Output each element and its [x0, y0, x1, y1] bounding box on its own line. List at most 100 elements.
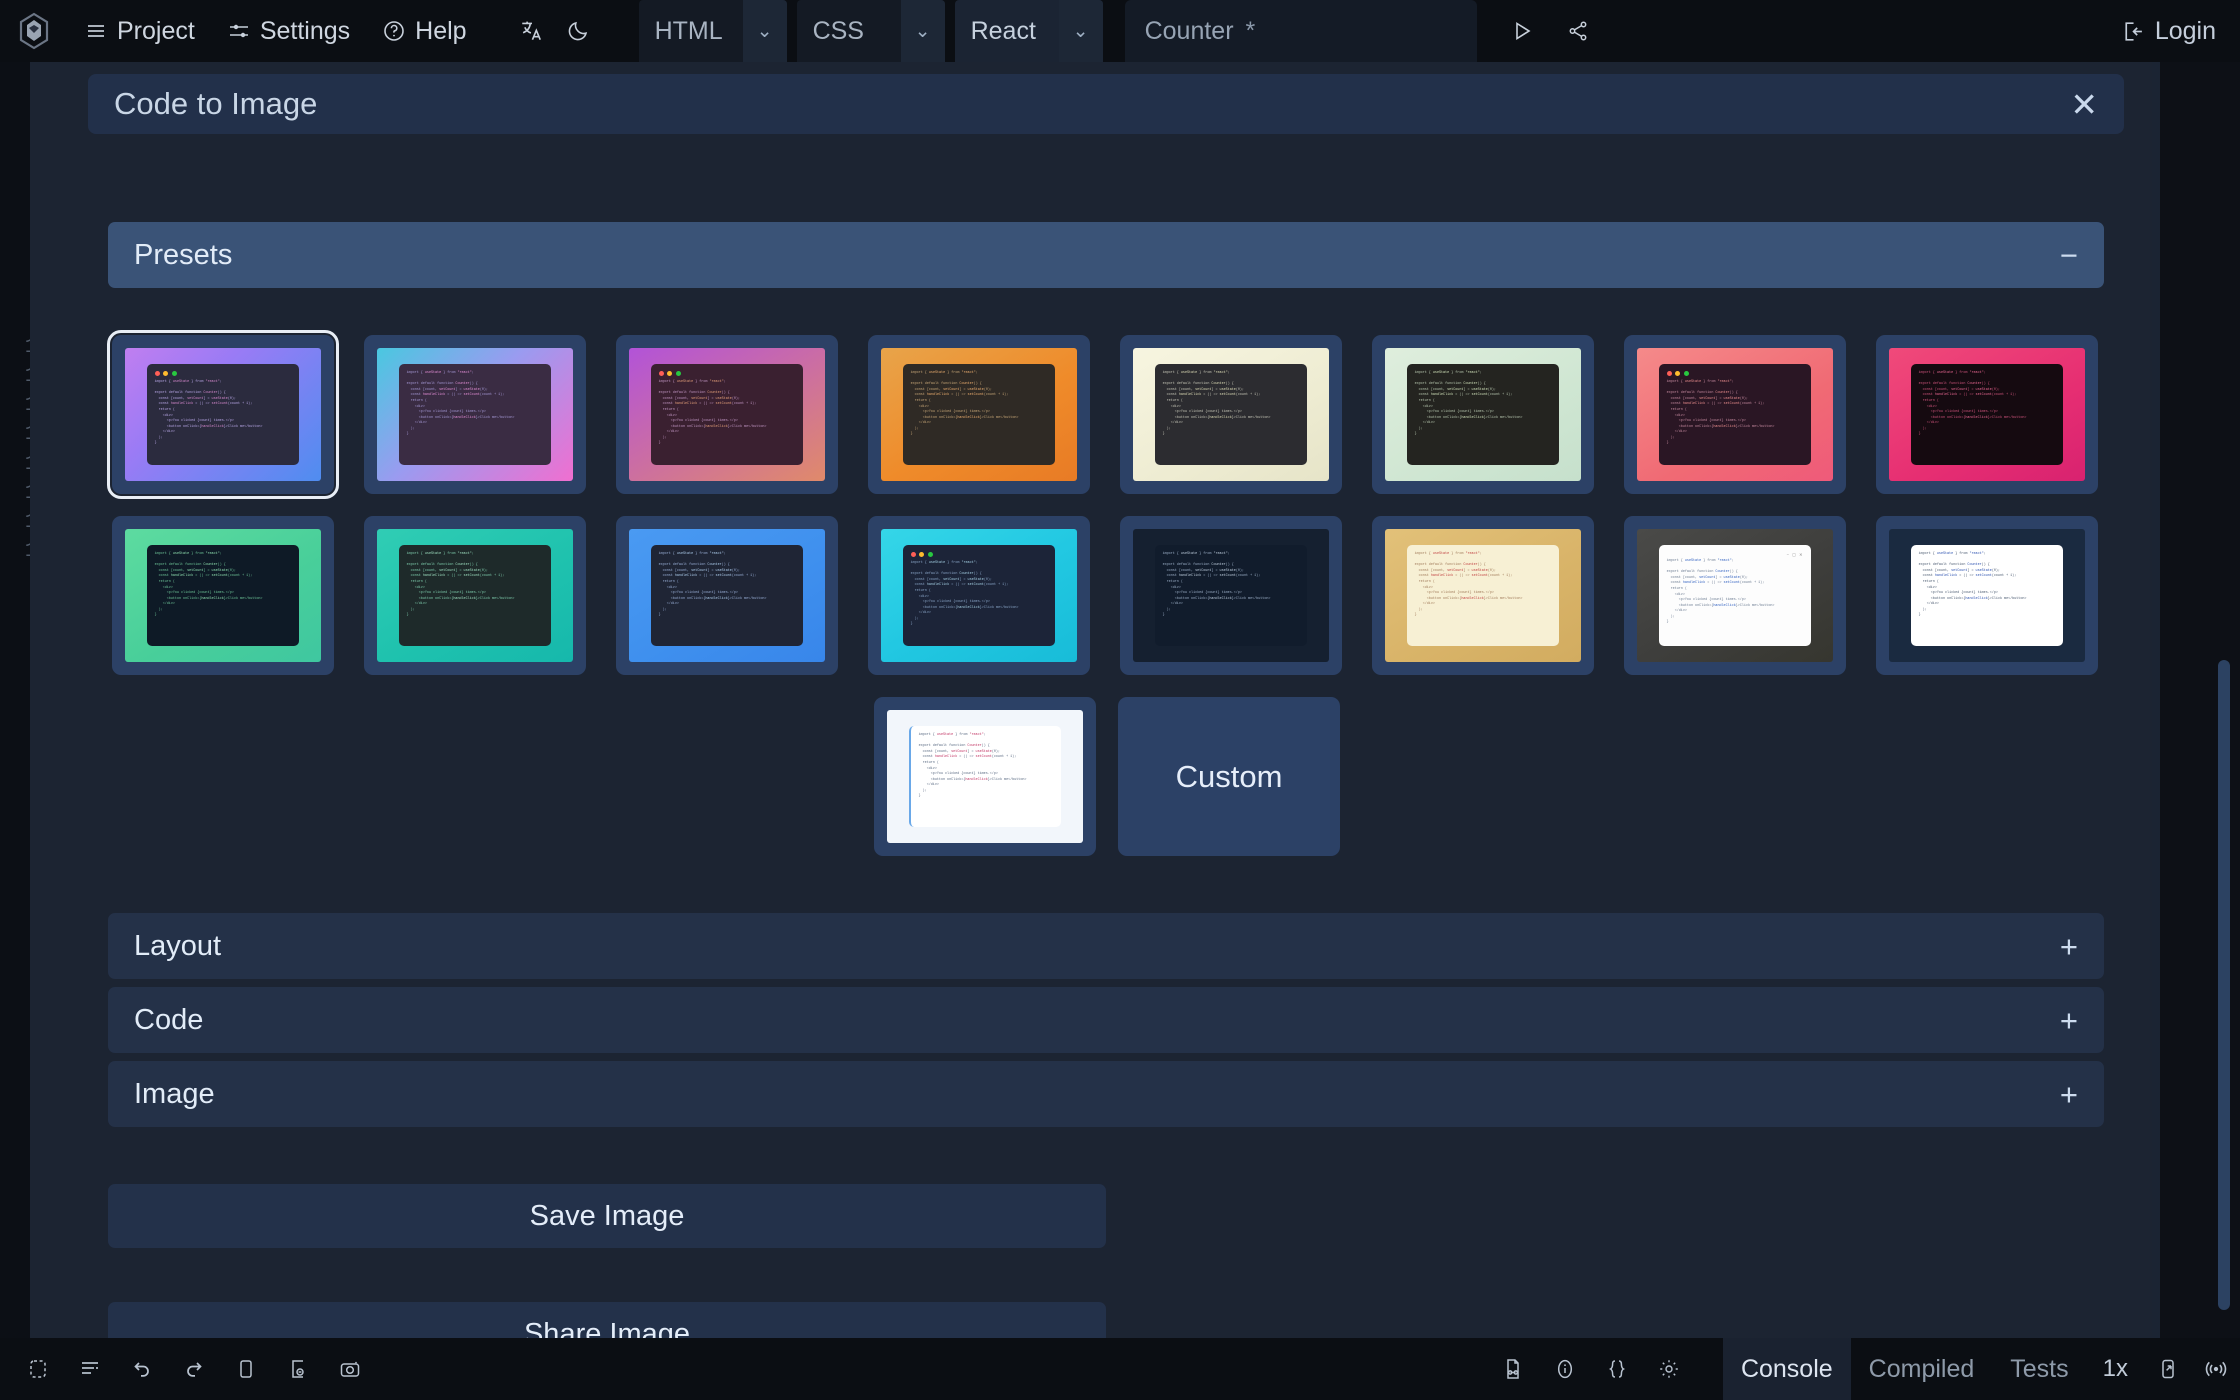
section-header-code[interactable]: Code +: [108, 987, 2104, 1053]
preset-code-window: import { useState } from "react"; export…: [1154, 363, 1308, 466]
preset-card[interactable]: import { useState } from "react"; export…: [616, 335, 838, 494]
menu-item-help[interactable]: Help: [366, 0, 482, 62]
menu-label-project: Project: [117, 16, 195, 45]
preset-preview: import { useState } from "react"; export…: [881, 348, 1077, 481]
preset-code-snippet: import { useState } from "react"; export…: [406, 370, 515, 437]
preset-card[interactable]: import { useState } from "react"; export…: [364, 516, 586, 675]
preset-preview: import { useState } from "react"; export…: [1637, 348, 1833, 481]
chevron-down-icon[interactable]: ⌄: [742, 0, 787, 62]
section-toggle-layout[interactable]: +: [2060, 931, 2078, 962]
preset-code-snippet: import { useState } from "react"; export…: [910, 560, 1019, 627]
file-link-icon[interactable]: [1489, 1345, 1537, 1393]
preset-code-snippet: import { useState } from "react"; export…: [1162, 551, 1271, 618]
close-icon[interactable]: ✕: [2070, 88, 2098, 121]
clipboard-icon[interactable]: [222, 1345, 270, 1393]
undo-icon[interactable]: [118, 1345, 166, 1393]
select-html[interactable]: HTML ⌄: [638, 0, 787, 62]
tab-console[interactable]: Console: [1722, 1338, 1851, 1400]
preset-code-snippet: import { useState } from "react"; export…: [154, 551, 263, 618]
modal-scrollbar-thumb[interactable]: [2218, 660, 2230, 1310]
section-header-presets[interactable]: Presets −: [108, 222, 2104, 288]
preset-code-window: import { useState } from "react"; export…: [146, 544, 300, 647]
braces-icon[interactable]: [1593, 1345, 1641, 1393]
preset-code-snippet: import { useState } from "react"; export…: [1666, 558, 1775, 625]
file-name-input[interactable]: Counter *: [1124, 0, 1477, 62]
preset-preview: import { useState } from "react"; export…: [125, 529, 321, 662]
section-toggle-presets[interactable]: −: [2060, 240, 2078, 271]
preset-code-window: import { useState } from "react"; export…: [650, 544, 804, 647]
section-label-layout: Layout: [134, 929, 222, 962]
select-react[interactable]: React ⌄: [954, 0, 1103, 62]
app-logo-icon[interactable]: [0, 0, 68, 62]
chevron-down-icon[interactable]: ⌄: [900, 0, 945, 62]
preset-preview: import { useState } from "react"; export…: [1385, 529, 1581, 662]
share-nodes-icon[interactable]: [1555, 0, 1601, 62]
moon-icon[interactable]: [555, 0, 601, 62]
preset-preview: import { useState } from "react"; export…: [629, 348, 825, 481]
preset-card[interactable]: import { useState } from "react"; export…: [112, 516, 334, 675]
window-traffic-light-dots: [910, 551, 1048, 557]
tab-compiled-label: Compiled: [1868, 1354, 1975, 1383]
bottom-mid-actions: [1489, 1345, 1693, 1393]
tab-tests[interactable]: Tests: [1992, 1338, 2086, 1400]
translate-icon[interactable]: [509, 0, 555, 62]
modal-title: Code to Image: [114, 86, 318, 121]
info-circle-icon[interactable]: [1541, 1345, 1589, 1393]
preset-card[interactable]: import { useState } from "react"; export…: [1372, 516, 1594, 675]
preset-card[interactable]: import { useState } from "react"; export…: [868, 516, 1090, 675]
file-modified-indicator: *: [1245, 16, 1256, 45]
preset-preview: import { useState } from "react"; export…: [377, 348, 573, 481]
preset-code-window: import { useState } from "react"; export…: [1910, 363, 2064, 466]
chevron-down-icon[interactable]: ⌄: [1058, 0, 1103, 62]
format-lines-icon[interactable]: [66, 1345, 114, 1393]
preset-card[interactable]: import { useState } from "react"; export…: [1624, 335, 1846, 494]
select-css[interactable]: CSS ⌄: [796, 0, 945, 62]
preset-card[interactable]: import { useState } from "react"; export…: [868, 335, 1090, 494]
preset-preview: import { useState } from "react"; export…: [1385, 348, 1581, 481]
preset-card[interactable]: import { useState } from "react"; export…: [1876, 335, 2098, 494]
broadcast-icon[interactable]: [2192, 1345, 2240, 1393]
preset-card[interactable]: import { useState } from "react"; export…: [874, 697, 1096, 856]
camera-icon[interactable]: [326, 1345, 374, 1393]
tab-compiled[interactable]: Compiled: [1851, 1338, 1993, 1400]
tab-tests-label: Tests: [2010, 1354, 2069, 1383]
preset-card[interactable]: import { useState } from "react"; export…: [1876, 516, 2098, 675]
section-toggle-code[interactable]: +: [2060, 1005, 2078, 1036]
bottom-toolbar: Console Compiled Tests 1x: [0, 1338, 2240, 1400]
login-button[interactable]: Login: [2120, 0, 2216, 62]
section-header-layout[interactable]: Layout +: [108, 913, 2104, 979]
preset-card[interactable]: import { useState } from "react"; export…: [1120, 335, 1342, 494]
preset-code-window: import { useState } from "react"; export…: [398, 544, 552, 647]
preset-code-snippet: import { useState } from "react"; export…: [1414, 551, 1523, 618]
preset-code-window: import { useState } from "react"; export…: [398, 363, 552, 466]
main-menu: Project Settings Help: [68, 0, 483, 62]
menu-item-project[interactable]: Project: [68, 0, 211, 62]
save-image-button[interactable]: Save Image: [108, 1184, 1106, 1248]
preset-code-window: import { useState } from "react"; export…: [1154, 544, 1308, 647]
menu-label-help: Help: [415, 16, 467, 45]
clipboard-minus-icon[interactable]: [274, 1345, 322, 1393]
play-icon[interactable]: [1499, 0, 1545, 62]
external-device-icon[interactable]: [2144, 1345, 2192, 1393]
dashed-square-icon[interactable]: [14, 1345, 62, 1393]
preset-card[interactable]: import { useState } from "react"; export…: [364, 335, 586, 494]
preset-preview: import { useState } from "react"; export…: [887, 710, 1083, 843]
preset-card[interactable]: import { useState } from "react"; export…: [107, 330, 339, 499]
section-label-code: Code: [134, 1003, 204, 1036]
section-header-image[interactable]: Image +: [108, 1061, 2104, 1127]
preset-card[interactable]: import { useState } from "react"; export…: [616, 516, 838, 675]
sliders-icon: [227, 19, 251, 43]
share-image-label: Share Image: [523, 1317, 691, 1339]
redo-icon[interactable]: [170, 1345, 218, 1393]
share-image-button[interactable]: Share Image: [108, 1302, 1106, 1338]
section-toggle-image[interactable]: +: [2060, 1079, 2078, 1110]
preset-card[interactable]: − ▢ ✕ import { useState } from "react"; e…: [1624, 516, 1846, 675]
save-image-label: Save Image: [529, 1199, 685, 1232]
zoom-level[interactable]: 1x: [2087, 1355, 2144, 1383]
preset-card[interactable]: import { useState } from "react"; export…: [1120, 516, 1342, 675]
preset-card[interactable]: import { useState } from "react"; export…: [1372, 335, 1594, 494]
gear-icon[interactable]: [1645, 1345, 1693, 1393]
preset-custom-button[interactable]: Custom: [1118, 697, 1340, 856]
select-react-value: React: [970, 16, 1036, 45]
menu-item-settings[interactable]: Settings: [211, 0, 366, 62]
